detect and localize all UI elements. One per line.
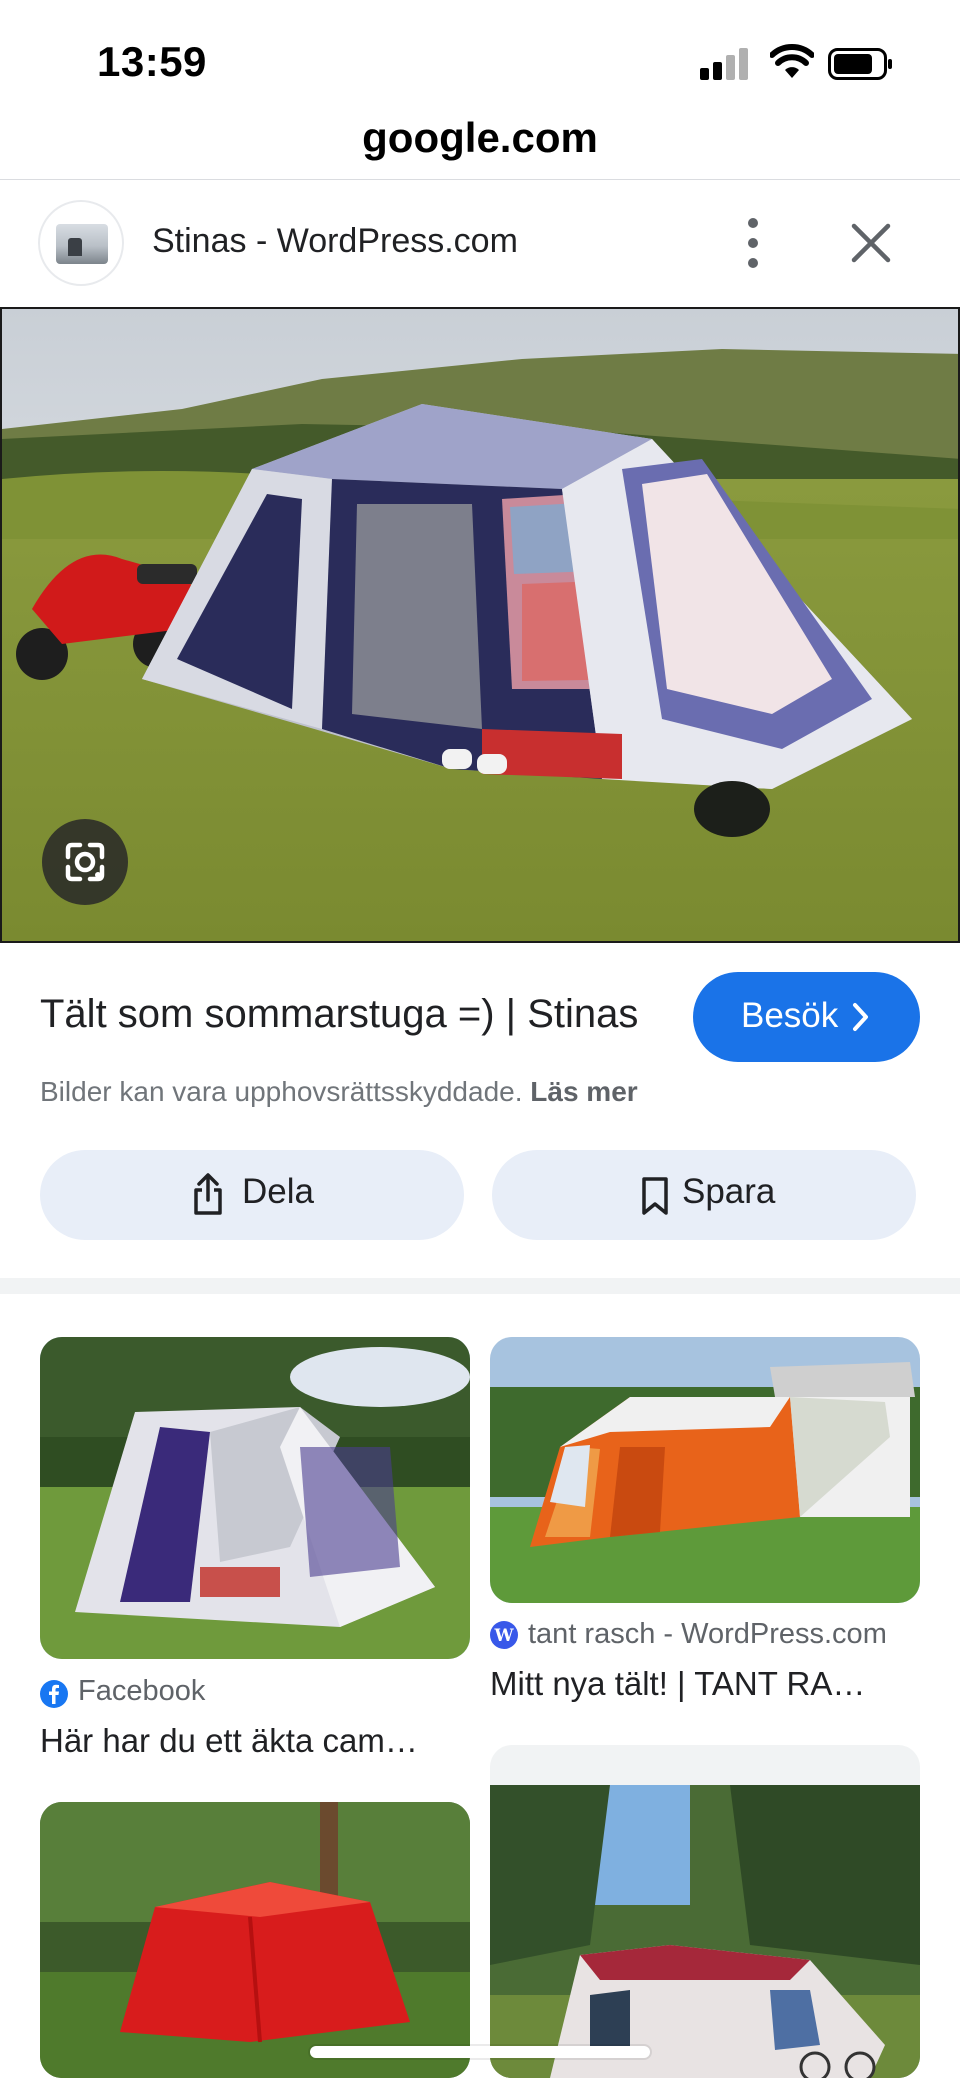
related-title[interactable]: Här har du ett äkta cam… — [40, 1722, 418, 1760]
url-text[interactable]: google.com — [0, 114, 960, 162]
related-source[interactable]: tant rasch - WordPress.com — [528, 1618, 887, 1651]
lens-search-button[interactable] — [42, 819, 128, 905]
share-button[interactable]: Dela — [40, 1150, 464, 1240]
status-time: 13:59 — [97, 38, 207, 85]
share-label: Dela — [242, 1172, 314, 1211]
copyright-text: Bilder kan vara upphovsrättsskyddade. — [40, 1076, 523, 1107]
related-image[interactable] — [40, 1802, 470, 2078]
related-tent-photo — [490, 1745, 920, 2078]
battery-icon — [828, 48, 892, 80]
close-icon[interactable] — [848, 220, 894, 266]
facebook-icon — [40, 1680, 68, 1708]
related-title[interactable]: Mitt nya tält! | TANT RA… — [490, 1665, 865, 1703]
read-more-link[interactable]: Läs mer — [530, 1076, 637, 1107]
home-indicator[interactable] — [310, 2046, 650, 2058]
status-bar: 13:59 — [0, 0, 960, 110]
related-image[interactable] — [490, 1745, 920, 2078]
source-header: Stinas - WordPress.com — [0, 180, 960, 308]
address-bar[interactable]: google.com — [0, 108, 960, 180]
related-tent-photo — [490, 1337, 920, 1603]
more-vertical-icon[interactable] — [738, 216, 768, 270]
share-icon — [194, 1173, 222, 1215]
tent-photo — [2, 309, 958, 941]
related-tent-photo — [40, 1802, 470, 2078]
save-button[interactable]: Spara — [492, 1150, 916, 1240]
source-title[interactable]: Stinas - WordPress.com — [152, 222, 518, 261]
wordpress-icon: W — [490, 1621, 518, 1649]
related-image[interactable] — [490, 1337, 920, 1603]
related-tent-photo — [40, 1337, 470, 1659]
main-image[interactable] — [0, 307, 960, 943]
visit-button[interactable]: Besök — [693, 972, 920, 1062]
source-avatar[interactable] — [38, 200, 124, 286]
result-title[interactable]: Tält som sommarstuga =) | Stinas — [40, 992, 638, 1037]
svg-text:W: W — [493, 1626, 514, 1646]
related-image[interactable] — [40, 1337, 470, 1659]
related-source[interactable]: Facebook — [78, 1675, 205, 1708]
visit-label: Besök — [741, 996, 839, 1035]
chevron-right-icon — [853, 1003, 868, 1031]
copyright-notice: Bilder kan vara upphovsrättsskyddade. Lä… — [40, 1076, 638, 1108]
section-divider — [0, 1278, 960, 1294]
cellular-signal-icon — [700, 48, 752, 80]
google-lens-icon — [65, 842, 105, 882]
save-label: Spara — [682, 1172, 776, 1211]
wifi-icon — [770, 44, 814, 78]
bookmark-icon — [642, 1177, 668, 1215]
